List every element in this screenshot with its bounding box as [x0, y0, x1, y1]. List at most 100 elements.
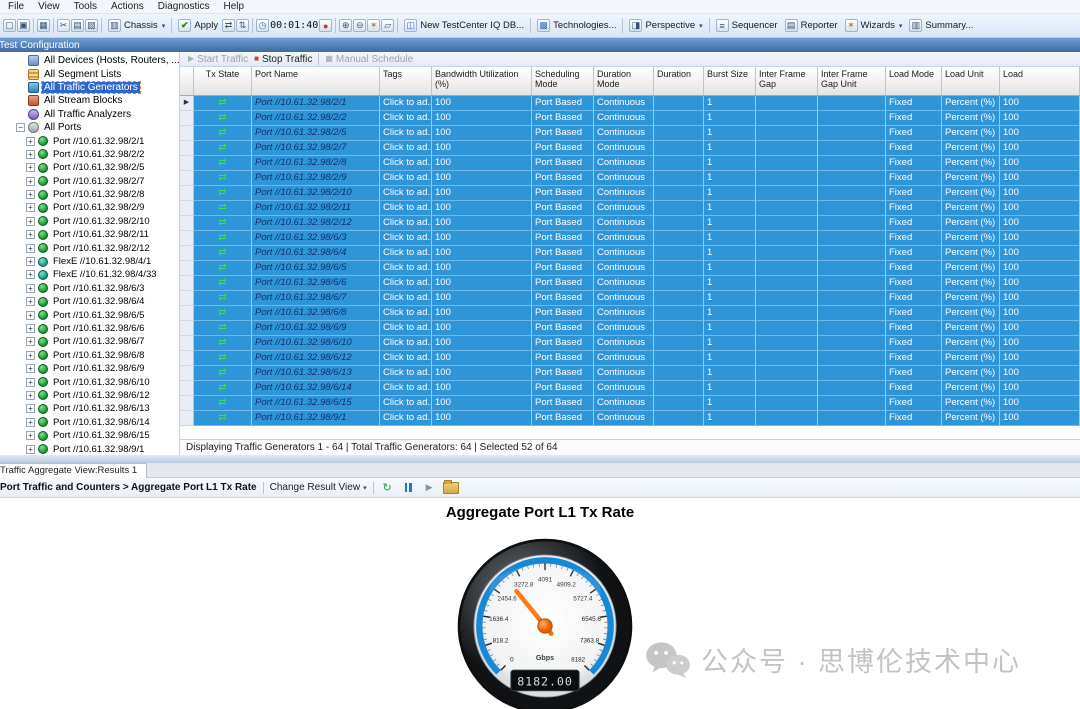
- table-cell[interactable]: 100: [432, 411, 532, 426]
- tx-state-cell[interactable]: ⇄: [194, 246, 252, 261]
- table-cell[interactable]: [654, 351, 704, 366]
- tree-expander-icon[interactable]: +: [26, 203, 35, 212]
- table-row[interactable]: ⇄Port //10.61.32.98/6/9Click to ad...100…: [180, 321, 1080, 336]
- table-cell[interactable]: [818, 171, 886, 186]
- table-cell[interactable]: Fixed: [886, 111, 942, 126]
- table-cell[interactable]: Port Based: [532, 231, 594, 246]
- sequencer-button[interactable]: ≡ Sequencer: [713, 17, 781, 35]
- table-cell[interactable]: 1: [704, 381, 756, 396]
- table-cell[interactable]: 1: [704, 246, 756, 261]
- table-cell[interactable]: [818, 396, 886, 411]
- table-cell[interactable]: Port Based: [532, 126, 594, 141]
- table-cell[interactable]: Fixed: [886, 246, 942, 261]
- table-cell[interactable]: Click to ad...: [380, 321, 432, 336]
- row-selector-cell[interactable]: [180, 276, 194, 291]
- tree-expander-icon[interactable]: +: [26, 445, 35, 454]
- summary-button[interactable]: ▥ Summary...: [906, 17, 976, 35]
- tree-expander-icon[interactable]: +: [26, 137, 35, 146]
- tree-expander-icon[interactable]: +: [26, 190, 35, 199]
- table-cell[interactable]: 100: [432, 201, 532, 216]
- table-cell[interactable]: Continuous: [594, 351, 654, 366]
- table-cell[interactable]: 100: [1000, 246, 1080, 261]
- table-cell[interactable]: 100: [1000, 96, 1080, 111]
- table-cell[interactable]: [654, 306, 704, 321]
- table-cell[interactable]: Percent (%): [942, 351, 1000, 366]
- row-selector-cell[interactable]: [180, 126, 194, 141]
- table-cell[interactable]: Continuous: [594, 231, 654, 246]
- row-selector-cell[interactable]: [180, 291, 194, 306]
- cut-icon[interactable]: ✂: [57, 19, 70, 32]
- table-cell[interactable]: Port //10.61.32.98/2/10: [252, 186, 380, 201]
- table-cell[interactable]: 1: [704, 171, 756, 186]
- table-cell[interactable]: [756, 276, 818, 291]
- table-row[interactable]: ⇄Port //10.61.32.98/6/7Click to ad...100…: [180, 291, 1080, 306]
- zoom-in-icon[interactable]: ⊕: [339, 19, 352, 32]
- table-row[interactable]: ⇄Port //10.61.32.98/2/9Click to ad...100…: [180, 171, 1080, 186]
- column-header[interactable]: Duration Mode: [594, 67, 654, 95]
- table-cell[interactable]: [756, 141, 818, 156]
- table-cell[interactable]: Click to ad...: [380, 216, 432, 231]
- table-cell[interactable]: [818, 201, 886, 216]
- tree-expander-icon[interactable]: +: [26, 244, 35, 253]
- tree-expander-icon[interactable]: +: [26, 311, 35, 320]
- table-cell[interactable]: [756, 111, 818, 126]
- row-selector-cell[interactable]: [180, 321, 194, 336]
- link-icon[interactable]: ⇄: [222, 19, 235, 32]
- table-cell[interactable]: 1: [704, 291, 756, 306]
- table-cell[interactable]: Port //10.61.32.98/6/6: [252, 276, 380, 291]
- table-cell[interactable]: Port Based: [532, 351, 594, 366]
- table-cell[interactable]: [818, 291, 886, 306]
- column-header[interactable]: Duration: [654, 67, 704, 95]
- tx-state-cell[interactable]: ⇄: [194, 276, 252, 291]
- tx-state-cell[interactable]: ⇄: [194, 156, 252, 171]
- table-cell[interactable]: 100: [432, 336, 532, 351]
- sidebar-item-port[interactable]: +FlexE //10.61.32.98/4/1: [16, 255, 179, 268]
- table-cell[interactable]: [818, 336, 886, 351]
- table-cell[interactable]: Port Based: [532, 336, 594, 351]
- table-cell[interactable]: 100: [1000, 276, 1080, 291]
- sidebar-item[interactable]: All Devices (Hosts, Routers, ...): [16, 54, 179, 67]
- tx-state-cell[interactable]: ⇄: [194, 126, 252, 141]
- table-cell[interactable]: 100: [432, 396, 532, 411]
- table-cell[interactable]: Click to ad...: [380, 411, 432, 426]
- table-cell[interactable]: [756, 156, 818, 171]
- new-file-icon[interactable]: ▢: [3, 19, 16, 32]
- table-cell[interactable]: Port //10.61.32.98/9/1: [252, 411, 380, 426]
- tree-expander-icon[interactable]: +: [26, 337, 35, 346]
- table-cell[interactable]: Fixed: [886, 171, 942, 186]
- table-cell[interactable]: 100: [1000, 126, 1080, 141]
- magic-icon[interactable]: ✶: [367, 19, 380, 32]
- table-cell[interactable]: Continuous: [594, 396, 654, 411]
- table-cell[interactable]: 100: [432, 141, 532, 156]
- tx-state-cell[interactable]: ⇄: [194, 111, 252, 126]
- sidebar-item-port[interactable]: +Port //10.61.32.98/6/4: [16, 295, 179, 308]
- menu-item-file[interactable]: File: [1, 1, 31, 12]
- table-cell[interactable]: Continuous: [594, 291, 654, 306]
- row-selector-cell[interactable]: [180, 351, 194, 366]
- table-cell[interactable]: 100: [1000, 156, 1080, 171]
- table-cell[interactable]: Fixed: [886, 261, 942, 276]
- table-cell[interactable]: Click to ad...: [380, 366, 432, 381]
- table-cell[interactable]: 1: [704, 366, 756, 381]
- sidebar-item-port[interactable]: +Port //10.61.32.98/6/6: [16, 322, 179, 335]
- table-cell[interactable]: [756, 411, 818, 426]
- table-cell[interactable]: Port //10.61.32.98/2/9: [252, 171, 380, 186]
- table-cell[interactable]: Port Based: [532, 276, 594, 291]
- row-selector-cell[interactable]: [180, 156, 194, 171]
- sidebar-item-port[interactable]: +Port //10.61.32.98/6/3: [16, 282, 179, 295]
- table-cell[interactable]: 100: [432, 171, 532, 186]
- tx-state-cell[interactable]: ⇄: [194, 396, 252, 411]
- table-cell[interactable]: Continuous: [594, 156, 654, 171]
- table-cell[interactable]: [756, 321, 818, 336]
- table-row[interactable]: ⇄Port //10.61.32.98/2/2Click to ad...100…: [180, 111, 1080, 126]
- row-selector-cell[interactable]: [180, 111, 194, 126]
- tree-expander-icon[interactable]: +: [26, 284, 35, 293]
- table-cell[interactable]: 1: [704, 336, 756, 351]
- table-cell[interactable]: [756, 216, 818, 231]
- wizards-button[interactable]: ✶ Wizards ▾: [842, 17, 906, 35]
- table-cell[interactable]: Port Based: [532, 321, 594, 336]
- table-cell[interactable]: Port Based: [532, 216, 594, 231]
- table-cell[interactable]: 100: [1000, 321, 1080, 336]
- table-cell[interactable]: Fixed: [886, 306, 942, 321]
- table-cell[interactable]: 100: [432, 351, 532, 366]
